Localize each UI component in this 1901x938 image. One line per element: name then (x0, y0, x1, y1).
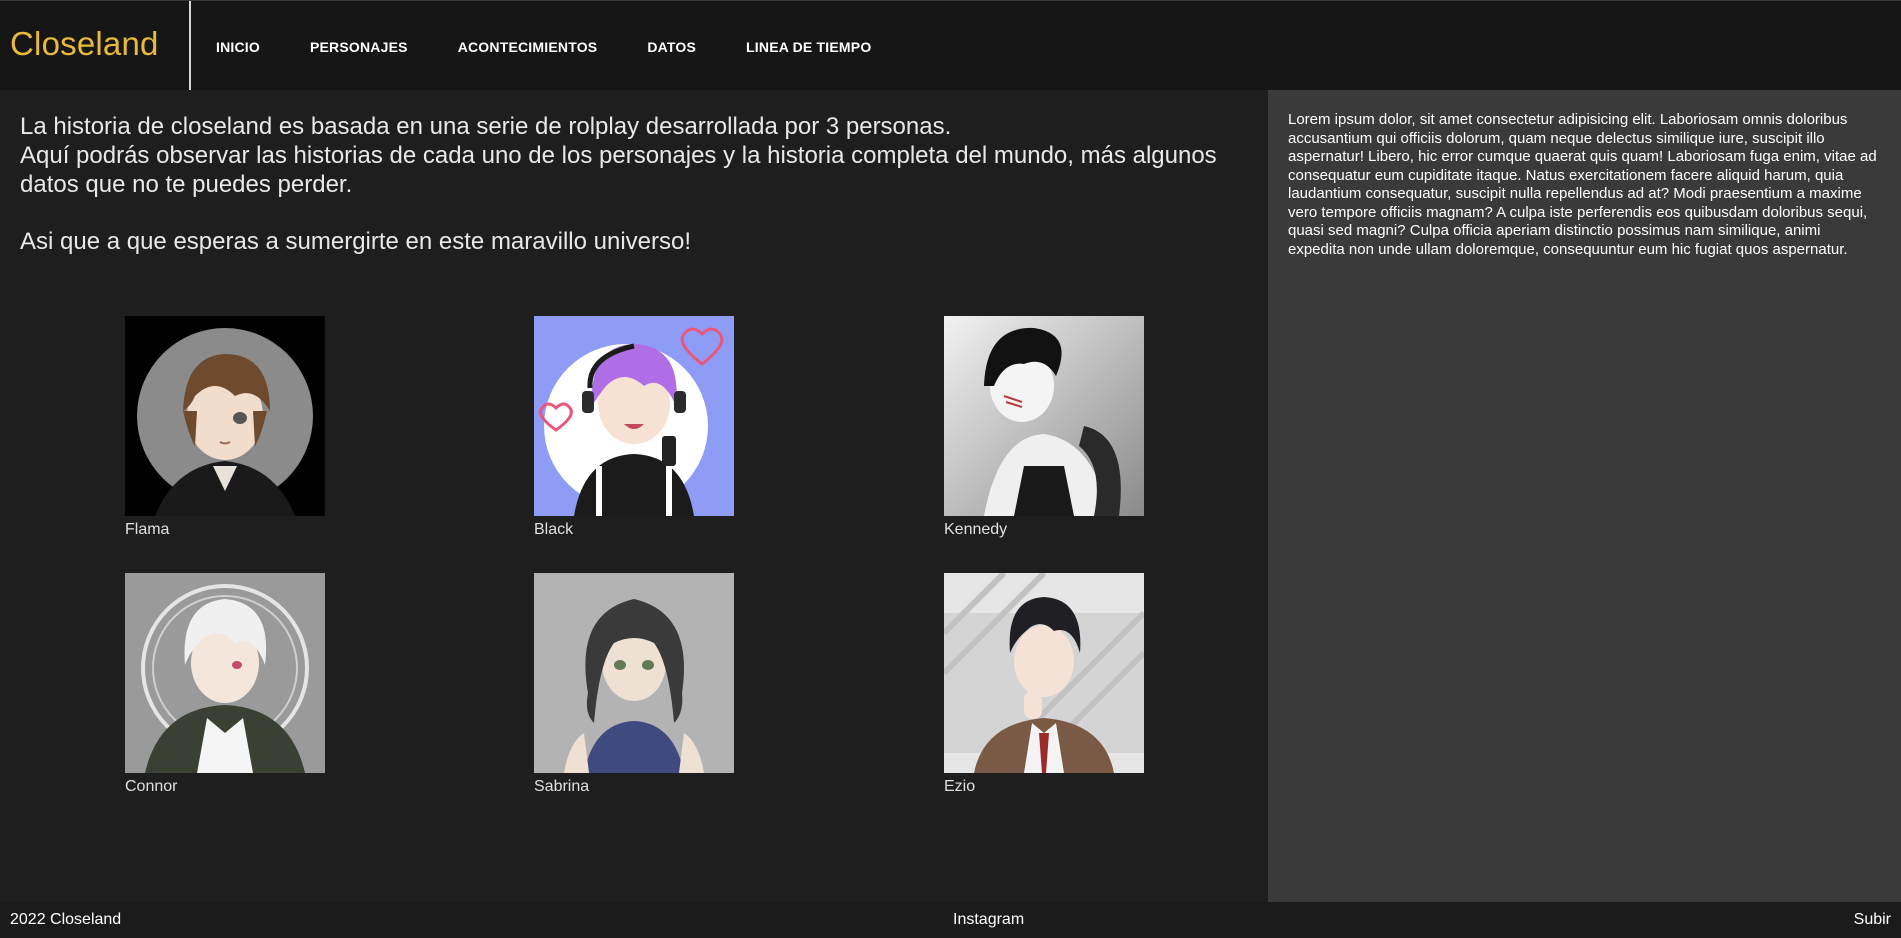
character-portrait-sabrina[interactable] (534, 573, 734, 773)
character-name-sabrina[interactable]: Sabrina (534, 778, 734, 796)
character-card-connor[interactable]: Connor (125, 573, 325, 796)
intro-line-3: Asi que a que esperas a sumergirte en es… (20, 228, 692, 255)
footer: 2022 Closeland Instagram Subir (0, 902, 1901, 938)
back-to-top-link[interactable]: Subir (1854, 911, 1891, 929)
character-portrait-connor[interactable] (125, 573, 325, 773)
page: Closeland INICIO PERSONAJES ACONTECIMIEN… (0, 0, 1901, 938)
character-card-sabrina[interactable]: Sabrina (534, 573, 734, 796)
intro-line-1: La historia de closeland es basada en un… (20, 113, 952, 140)
nav-personajes[interactable]: PERSONAJES (310, 39, 408, 55)
main-nav: INICIO PERSONAJES ACONTECIMIENTOS DATOS … (216, 39, 921, 55)
nav-acontecimientos[interactable]: ACONTECIMIENTOS (458, 39, 598, 55)
character-portrait-kennedy[interactable] (944, 316, 1144, 516)
intro-line-2: Aquí podrás observar las historias de ca… (20, 142, 1217, 198)
character-card-kennedy[interactable]: Kennedy (944, 316, 1144, 539)
character-portrait-ezio[interactable] (944, 573, 1144, 773)
brand-logo[interactable]: Closeland (10, 25, 159, 63)
character-portrait-black[interactable] (534, 316, 734, 516)
character-name-black[interactable]: Black (534, 521, 734, 539)
nav-datos[interactable]: DATOS (647, 39, 696, 55)
character-name-ezio[interactable]: Ezio (944, 778, 1144, 796)
nav-inicio[interactable]: INICIO (216, 39, 260, 55)
nav-linea-de-tiempo[interactable]: LINEA DE TIEMPO (746, 39, 871, 55)
character-name-flama[interactable]: Flama (125, 521, 325, 539)
intro-text: La historia de closeland es basada en un… (20, 112, 1240, 256)
character-card-flama[interactable]: Flama (125, 316, 325, 539)
top-navbar: Closeland INICIO PERSONAJES ACONTECIMIEN… (0, 0, 1901, 91)
sidebar: Lorem ipsum dolor, sit amet consectetur … (1268, 90, 1901, 902)
character-name-kennedy[interactable]: Kennedy (944, 521, 1144, 539)
sidebar-text: Lorem ipsum dolor, sit amet consectetur … (1288, 111, 1877, 258)
main-content: La historia de closeland es basada en un… (0, 90, 1268, 902)
instagram-link[interactable]: Instagram (953, 911, 1024, 929)
character-card-black[interactable]: Black (534, 316, 734, 539)
character-card-ezio[interactable]: Ezio (944, 573, 1144, 796)
brand-divider (189, 1, 191, 91)
character-portrait-flama[interactable] (125, 316, 325, 516)
character-name-connor[interactable]: Connor (125, 778, 325, 796)
footer-copyright: 2022 Closeland (10, 911, 122, 928)
